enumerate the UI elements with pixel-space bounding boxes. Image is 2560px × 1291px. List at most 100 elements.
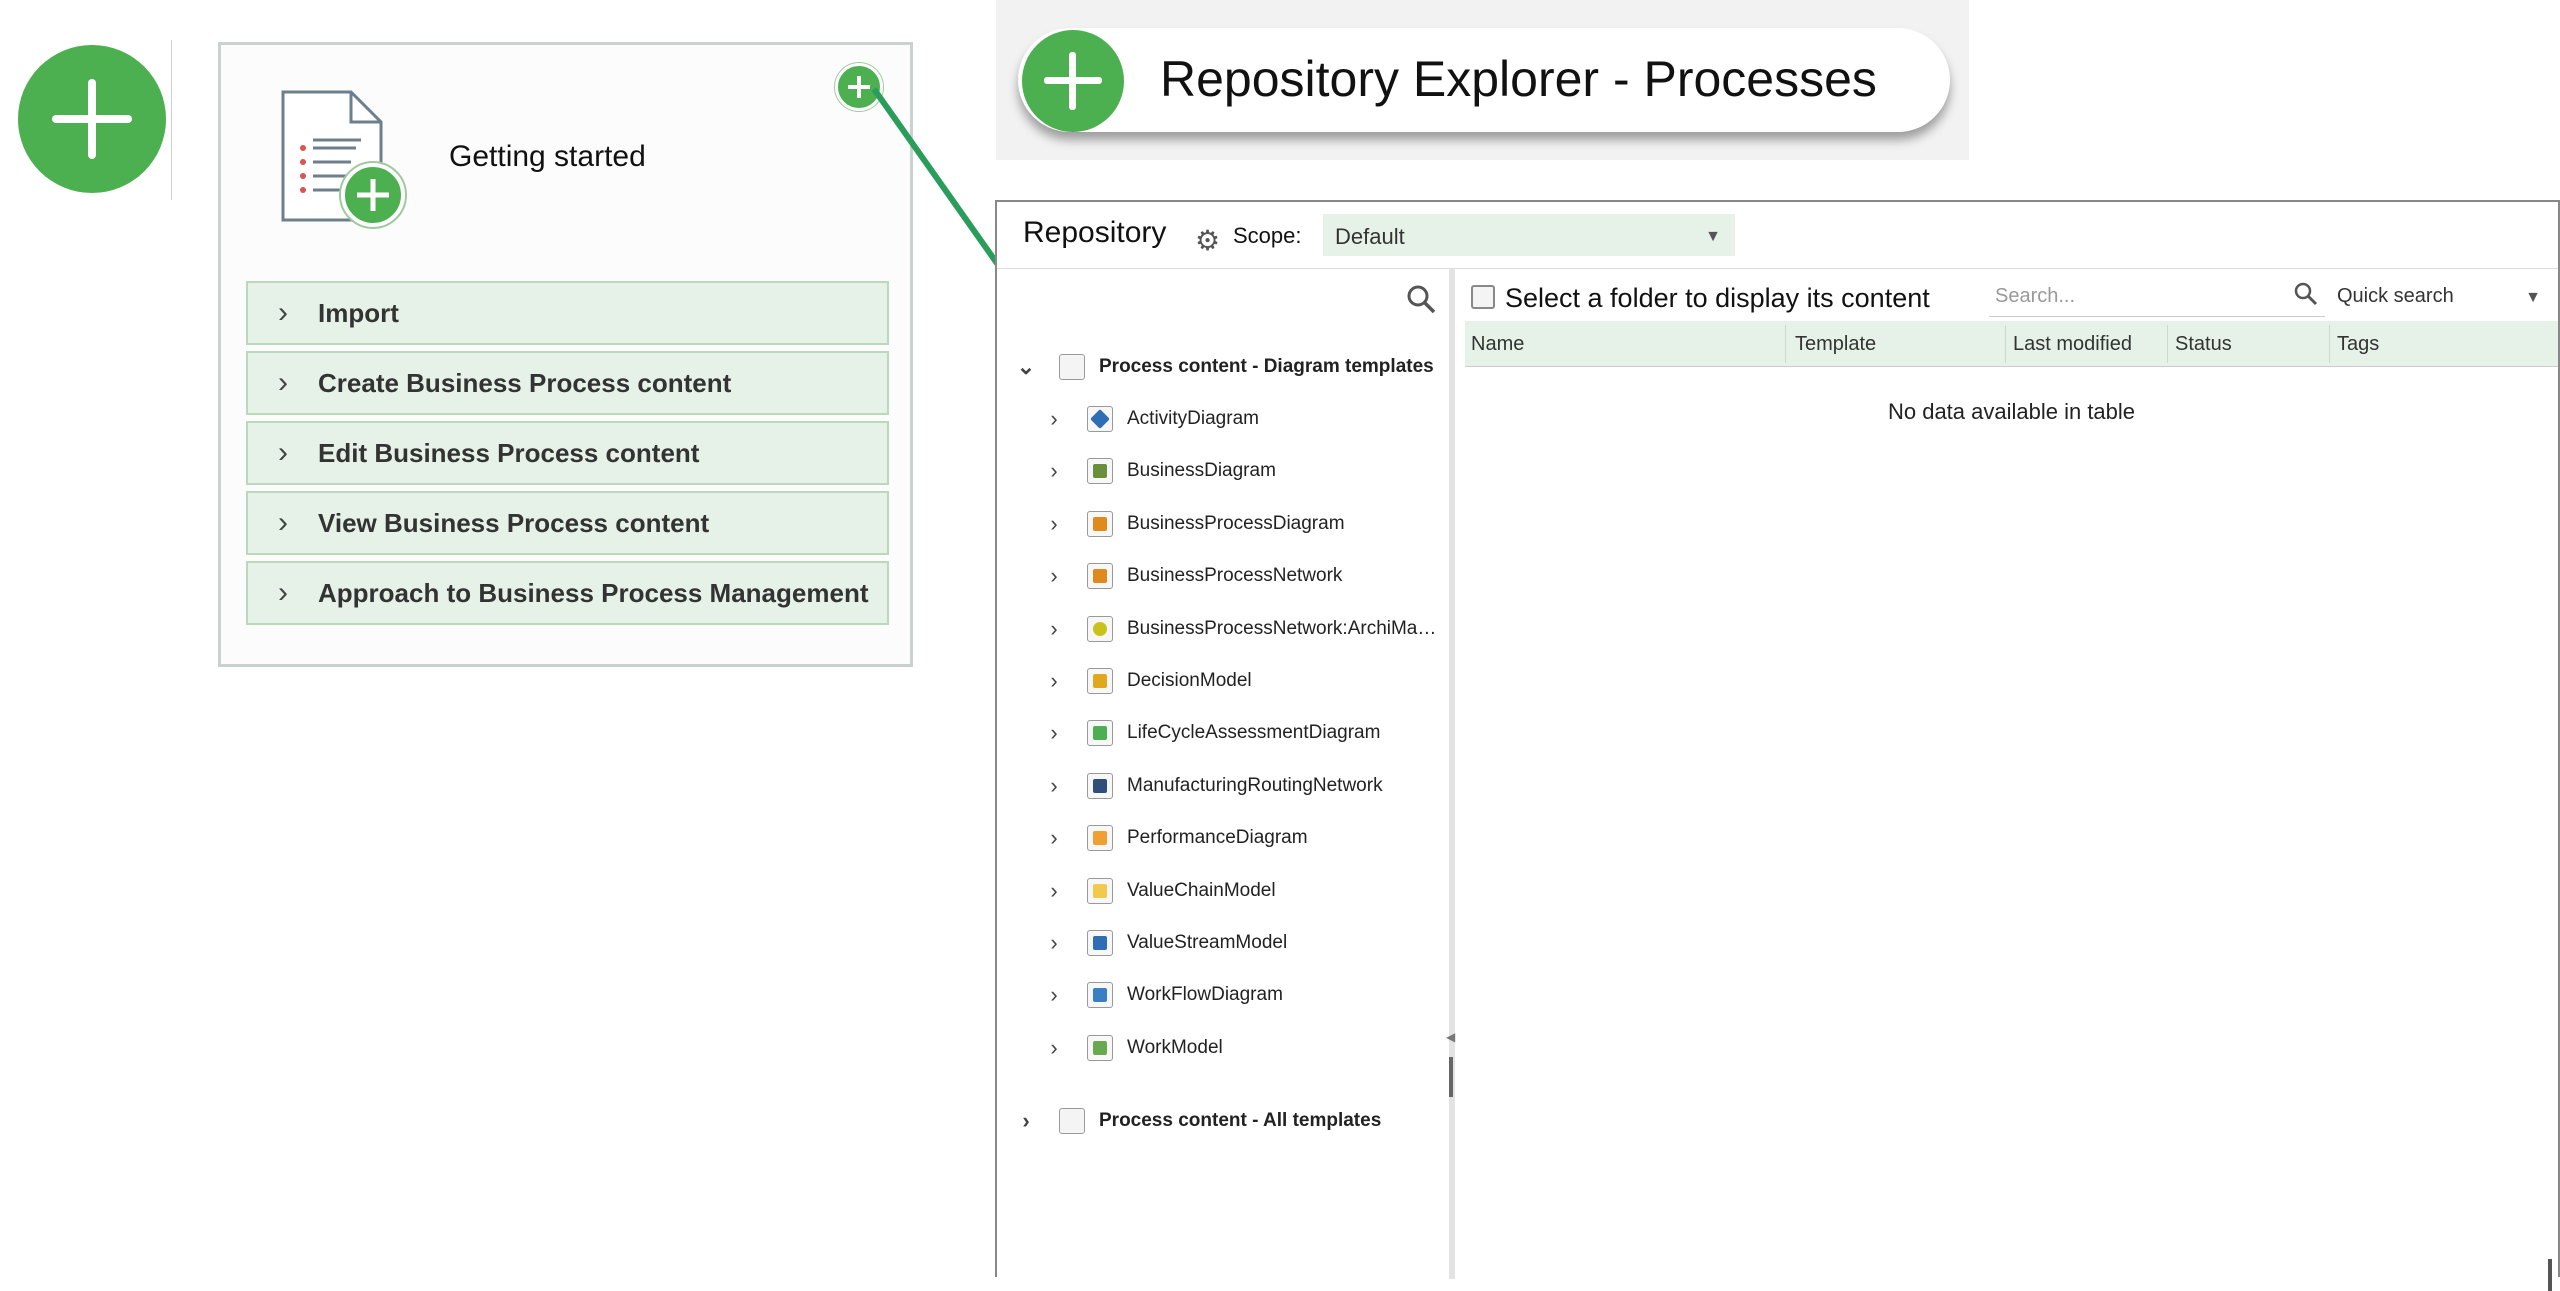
performance-diagram-icon — [1087, 825, 1113, 852]
chevron-right-icon[interactable]: › — [1041, 616, 1067, 642]
activity-diagram-icon — [1087, 406, 1113, 432]
column-header-last-modified[interactable]: Last modified — [2013, 333, 2132, 356]
value-stream-model-icon — [1087, 930, 1113, 956]
chevron-right-icon[interactable]: › — [1041, 1035, 1067, 1061]
repository-tree: ⌄ Process content - Diagram templates › A… — [997, 269, 1455, 1279]
tree-item-label: WorkModel — [1127, 1036, 1223, 1058]
column-separator — [2005, 325, 2006, 363]
tree-item[interactable]: › BusinessProcessNetwork — [1041, 556, 1342, 596]
scope-value: Default — [1335, 224, 1405, 249]
tree-item-label: Process content - All templates — [1099, 1110, 1382, 1131]
search-icon[interactable] — [2293, 281, 2319, 307]
column-header-name[interactable]: Name — [1471, 333, 1524, 356]
tree-item-label: LifeCycleAssessmentDiagram — [1127, 722, 1381, 744]
tree-item-label: WorkFlowDiagram — [1127, 984, 1283, 1006]
getting-started-title: Getting started — [449, 140, 646, 173]
tree-item[interactable]: › WorkModel — [1041, 1028, 1223, 1068]
tree-item[interactable]: › DecisionModel — [1041, 661, 1252, 701]
tree-item[interactable]: › ValueStreamModel — [1041, 923, 1287, 963]
chevron-right-icon[interactable]: › — [1041, 773, 1067, 799]
chevron-right-icon: › — [278, 366, 288, 399]
scope-select[interactable]: Default ▼ — [1323, 214, 1735, 256]
accordion-item-create[interactable]: › Create Business Process content — [246, 351, 889, 415]
chevron-down-icon[interactable]: ⌄ — [1013, 354, 1039, 380]
accordion-item-edit[interactable]: › Edit Business Process content — [246, 421, 889, 485]
tree-item[interactable]: › BusinessProcessDiagram — [1041, 504, 1345, 544]
getting-started-card: Getting started › Import › Create Busine… — [218, 42, 913, 667]
repository-title: Repository — [1023, 216, 1167, 249]
column-header-status[interactable]: Status — [2175, 333, 2232, 356]
scrollbar-handle[interactable] — [2548, 1259, 2552, 1291]
column-separator — [2167, 325, 2168, 363]
folder-icon — [1059, 1108, 1085, 1134]
accordion-item-approach[interactable]: › Approach to Business Process Managemen… — [246, 561, 889, 625]
tree-item[interactable]: › LifeCycleAssessmentDiagram — [1041, 713, 1380, 753]
chevron-right-icon[interactable]: › — [1041, 930, 1067, 956]
repository-panel: Repository ⚙ Scope: Default ▼ ⌄ Process … — [995, 200, 2560, 1291]
chevron-right-icon: › — [278, 436, 288, 469]
chevron-right-icon[interactable]: › — [1041, 458, 1067, 484]
content-title: Select a folder to display its content — [1505, 283, 1930, 313]
lifecycle-assessment-icon — [1087, 720, 1113, 747]
banner-plus-icon — [1022, 30, 1124, 132]
chevron-right-icon[interactable]: › — [1041, 720, 1067, 746]
tree-item-label: ActivityDiagram — [1127, 408, 1259, 429]
column-header-tags[interactable]: Tags — [2337, 333, 2379, 356]
splitter-handle[interactable] — [1449, 1057, 1453, 1097]
dropdown-arrow-icon: ▼ — [2525, 289, 2541, 306]
workflow-diagram-icon — [1087, 982, 1113, 1009]
tree-item-label: BusinessDiagram — [1127, 460, 1276, 482]
tree-item[interactable]: › PerformanceDiagram — [1041, 818, 1308, 858]
gears-icon: ⚙ — [1195, 225, 1221, 256]
add-plus-icon[interactable] — [18, 45, 166, 193]
tree-item[interactable]: › ManufacturingRoutingNetwork — [1041, 766, 1383, 806]
value-chain-model-icon — [1087, 877, 1113, 904]
quick-search-select[interactable]: Quick search ▼ — [2327, 277, 2555, 317]
tree-item-label: BusinessProcessDiagram — [1127, 512, 1345, 534]
table-header: Name Template Last modified Status Tags — [1465, 321, 2558, 367]
tree-item[interactable]: › BusinessDiagram — [1041, 451, 1276, 491]
chevron-right-icon[interactable]: › — [1041, 825, 1067, 851]
chevron-right-icon[interactable]: › — [1041, 406, 1067, 432]
dropdown-arrow-icon: ▼ — [1705, 228, 1721, 245]
manufacturing-routing-icon — [1087, 772, 1113, 799]
tree-item-label: DecisionModel — [1127, 670, 1252, 691]
tree-item-label: Process content - Diagram templates — [1099, 356, 1434, 377]
new-document-icon — [281, 90, 407, 229]
chevron-right-icon[interactable]: › — [1041, 563, 1067, 589]
chevron-right-icon[interactable]: › — [1041, 668, 1067, 694]
accordion-item-label: Import — [318, 297, 399, 328]
tree-root-all-templates[interactable]: › Process content - All templates — [1013, 1101, 1381, 1141]
accordion-item-view[interactable]: › View Business Process content — [246, 491, 889, 555]
quick-search-label: Quick search — [2337, 285, 2454, 307]
chevron-right-icon[interactable]: › — [1041, 511, 1067, 537]
chevron-right-icon: › — [278, 296, 288, 329]
tree-item[interactable]: › WorkFlowDiagram — [1041, 975, 1283, 1015]
business-diagram-icon — [1087, 458, 1113, 485]
empty-table-message: No data available in table — [1887, 399, 2136, 424]
folder-icon — [1471, 285, 1495, 309]
accordion-item-import[interactable]: › Import — [246, 281, 889, 345]
chevron-right-icon[interactable]: › — [1041, 878, 1067, 904]
search-placeholder: Search... — [1995, 285, 2076, 307]
tree-item-label: ManufacturingRoutingNetwork — [1127, 774, 1383, 796]
work-model-icon — [1087, 1034, 1113, 1061]
accordion-item-label: View Business Process content — [318, 507, 710, 538]
scope-label: Scope: — [1233, 223, 1302, 248]
column-header-template[interactable]: Template — [1795, 333, 1876, 356]
chevron-right-icon[interactable]: › — [1041, 982, 1067, 1008]
chevron-right-icon: › — [278, 576, 288, 609]
tree-item-label: BusinessProcessNetwork — [1127, 565, 1343, 587]
tree-item[interactable]: › ValueChainModel — [1041, 871, 1276, 911]
column-separator — [2329, 325, 2330, 363]
tree-root-diagram-templates[interactable]: ⌄ Process content - Diagram templates — [1013, 347, 1434, 387]
tree-item[interactable]: › BusinessProcessNetwork:ArchiMa… — [1041, 609, 1436, 649]
chevron-right-icon: › — [278, 506, 288, 539]
chevron-right-icon[interactable]: › — [1013, 1108, 1039, 1134]
tree-item[interactable]: › ActivityDiagram — [1041, 399, 1259, 439]
collapse-arrow-icon[interactable]: ◀ — [1446, 1030, 1455, 1044]
search-icon[interactable] — [1405, 283, 1437, 315]
column-separator — [1785, 325, 1786, 363]
banner-title: Repository Explorer - Processes — [1160, 51, 1877, 107]
search-input[interactable]: Search... — [1989, 277, 2325, 317]
